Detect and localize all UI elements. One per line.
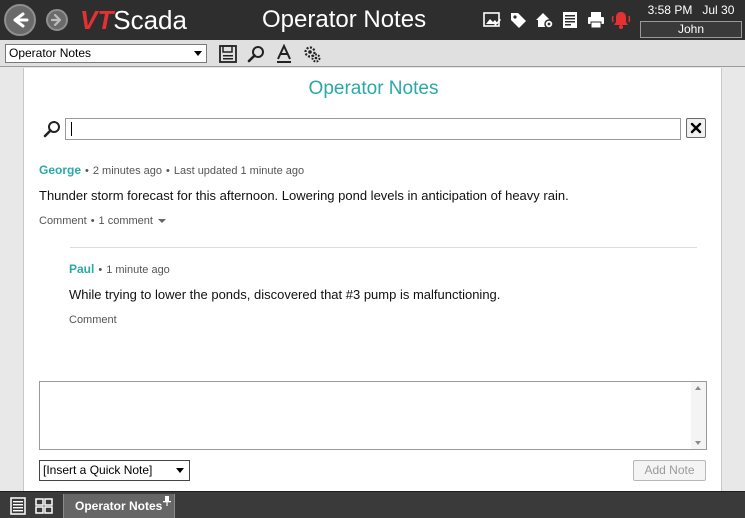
tag-icon[interactable]: [508, 10, 528, 30]
open-page-tab[interactable]: Operator Notes: [63, 494, 175, 518]
vtscada-logo: VTScada: [80, 5, 187, 35]
page-list-icon[interactable]: [9, 497, 27, 515]
comment-link[interactable]: Comment: [69, 314, 117, 326]
notes-title: Operator Notes: [308, 78, 439, 99]
chevron-down-icon: [194, 51, 202, 56]
page-select[interactable]: Operator Notes: [5, 44, 207, 63]
printer-icon[interactable]: [586, 10, 606, 30]
comment-link[interactable]: Comment: [39, 215, 87, 227]
bottom-bar: Operator Notes: [0, 491, 745, 518]
note-author[interactable]: George: [39, 163, 81, 177]
clock: 3:58 PM Jul 30: [647, 3, 735, 17]
alarm-bell-icon[interactable]: [611, 10, 631, 30]
note-body: Thunder storm forecast for this afternoo…: [39, 188, 569, 203]
forward-button[interactable]: [46, 9, 68, 31]
note-compose-textarea[interactable]: [39, 381, 707, 450]
reply-divider: [70, 247, 697, 248]
text-cursor: [71, 122, 72, 136]
settings-gears-icon[interactable]: [302, 44, 322, 64]
chevron-down-icon: [176, 468, 184, 473]
back-button[interactable]: [4, 4, 36, 36]
search-input[interactable]: [65, 118, 681, 140]
pin-icon[interactable]: [163, 496, 171, 506]
save-icon[interactable]: [218, 44, 238, 64]
scroll-down-icon[interactable]: [695, 441, 701, 445]
note-actions: Comment • 1 comment: [39, 215, 166, 227]
chevron-down-icon: [157, 219, 166, 224]
quick-note-value: [Insert a Quick Note]: [43, 463, 153, 477]
report-icon[interactable]: [560, 10, 580, 30]
close-icon: [690, 122, 702, 134]
home-gear-icon[interactable]: [534, 10, 554, 30]
open-page-tab-label: Operator Notes: [75, 499, 163, 513]
page-select-value: Operator Notes: [9, 46, 92, 60]
note-time: 2 minutes ago: [92, 165, 162, 177]
reply-header: Paul • 1 minute ago: [69, 262, 170, 276]
search-icon[interactable]: [246, 44, 266, 64]
title-bar: VTScada Operator Notes 3:58 PM Jul 30 Jo…: [0, 0, 745, 40]
image-edit-icon[interactable]: [482, 10, 502, 30]
toolbar: Operator Notes: [0, 40, 745, 67]
comment-count-toggle[interactable]: 1 comment: [99, 215, 166, 227]
note-header: George • 2 minutes ago • Last updated 1 minu…: [39, 163, 305, 177]
font-icon[interactable]: [274, 44, 294, 64]
forward-arrow-icon: [50, 13, 62, 27]
user-name[interactable]: John: [640, 21, 742, 38]
add-note-button[interactable]: Add Note: [633, 460, 706, 481]
reply-time: 1 minute ago: [106, 264, 170, 276]
reply-actions: Comment: [69, 314, 117, 326]
note-updated: Last updated 1 minute ago: [173, 165, 305, 177]
back-arrow-icon: [13, 12, 29, 28]
grid-icon[interactable]: [35, 497, 53, 515]
compose-scrollbar[interactable]: [691, 382, 706, 449]
scroll-up-icon[interactable]: [695, 386, 701, 390]
page-title: Operator Notes: [262, 6, 427, 33]
quick-note-select[interactable]: [Insert a Quick Note]: [39, 460, 190, 481]
reply-author[interactable]: Paul: [69, 262, 94, 276]
clear-search-button[interactable]: [686, 118, 706, 138]
reply-body: While trying to lower the ponds, discove…: [69, 287, 501, 302]
search-icon: [43, 121, 60, 138]
notes-panel: Operator Notes George • 2 minutes ago • Last…: [23, 68, 722, 491]
